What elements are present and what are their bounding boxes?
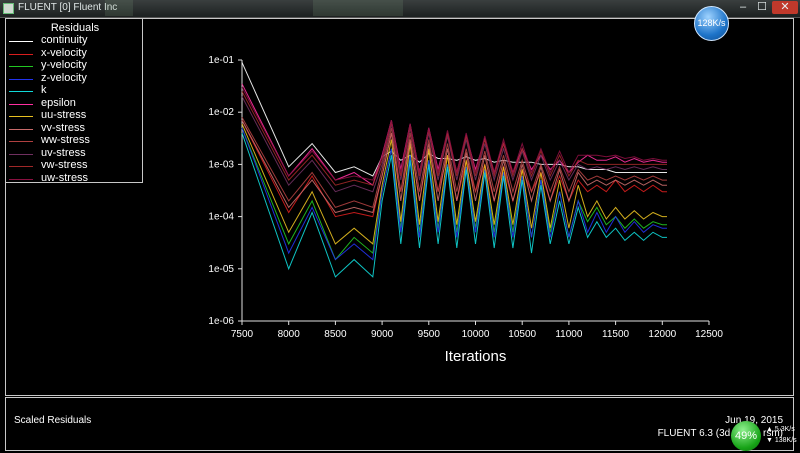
y-tick-label: 1e-03: [208, 159, 234, 170]
legend-label: vw-stress: [41, 159, 88, 171]
series-line-z-velocity: [241, 127, 667, 261]
fluent-app-icon: [3, 3, 14, 14]
maximize-button[interactable]: ☐: [753, 1, 771, 14]
legend-swatch: [9, 41, 33, 42]
legend-swatch: [9, 166, 33, 167]
title-bar: FLUENT [0] Fluent Inc – ☐ ✕: [0, 0, 800, 18]
legend-label: y-velocity: [41, 59, 87, 71]
y-tick-label: 1e-02: [208, 107, 234, 118]
x-tick-label: 11500: [602, 329, 630, 340]
close-button[interactable]: ✕: [772, 1, 798, 14]
legend-swatch: [9, 91, 33, 92]
legend-swatch: [9, 66, 33, 67]
y-tick-label: 1e-01: [208, 55, 234, 66]
plot-caption: Scaled Residuals: [14, 415, 92, 426]
legend-swatch: [9, 53, 33, 55]
download-rate: ▼ 138K/s: [766, 437, 797, 444]
x-tick-label: 12000: [648, 329, 676, 340]
background-window-tab: [313, 0, 403, 16]
cpu-usage-gauge[interactable]: 49%: [731, 421, 761, 451]
background-window-tab: [105, 0, 133, 16]
series-line-continuity: [241, 62, 667, 177]
legend-swatch: [9, 103, 33, 105]
legend-label: vv-stress: [41, 121, 85, 134]
legend-swatch: [9, 128, 33, 130]
legend-label: continuity: [41, 34, 88, 46]
download-rate-value: 138K/s: [774, 437, 797, 444]
legend-swatch: [9, 116, 33, 117]
minimize-button[interactable]: –: [734, 1, 752, 14]
x-tick-label: 9500: [418, 329, 441, 340]
legend-swatch: [9, 141, 33, 142]
legend-label: uw-stress: [41, 171, 89, 184]
legend-label: x-velocity: [41, 46, 87, 59]
x-tick-label: 10500: [508, 329, 536, 340]
legend-label: z-velocity: [41, 71, 87, 84]
network-speed-bubble[interactable]: 128K/s: [694, 6, 729, 41]
upload-rate-value: 5.3K/s: [774, 426, 795, 433]
legend-title: Residuals: [50, 22, 100, 34]
status-panel: Scaled Residuals Jun 19, 2015 FLUENT 6.3…: [5, 397, 794, 451]
series-line-y-velocity: [241, 127, 667, 261]
x-tick-label: 7500: [231, 329, 254, 340]
legend-swatch: [9, 178, 33, 180]
legend-label: uv-stress: [41, 146, 86, 159]
window-title: FLUENT [0] Fluent Inc: [18, 2, 118, 13]
x-axis-label: Iterations: [445, 348, 507, 365]
y-tick-label: 1e-04: [208, 212, 234, 223]
x-tick-label: 12500: [695, 329, 723, 340]
x-tick-label: 8500: [324, 329, 347, 340]
y-tick-label: 1e-06: [208, 316, 234, 327]
legend-swatch: [9, 153, 33, 155]
legend-label: uu-stress: [41, 109, 87, 121]
legend-label: k: [41, 84, 47, 96]
legend-label: ww-stress: [41, 134, 90, 146]
x-tick-label: 10000: [462, 329, 490, 340]
y-tick-label: 1e-05: [208, 264, 234, 275]
x-tick-label: 9000: [371, 329, 394, 340]
x-tick-label: 11000: [555, 329, 583, 340]
residuals-legend: Residuals continuity x-velocity y-velocity…: [5, 18, 143, 184]
legend-swatch: [9, 78, 33, 80]
upload-rate: ▲ 5.3K/s: [766, 426, 795, 433]
solver-version: FLUENT 6.3 (3d, pbns, rsm): [657, 428, 783, 439]
legend-label: epsilon: [41, 96, 76, 109]
x-tick-label: 8000: [278, 329, 301, 340]
